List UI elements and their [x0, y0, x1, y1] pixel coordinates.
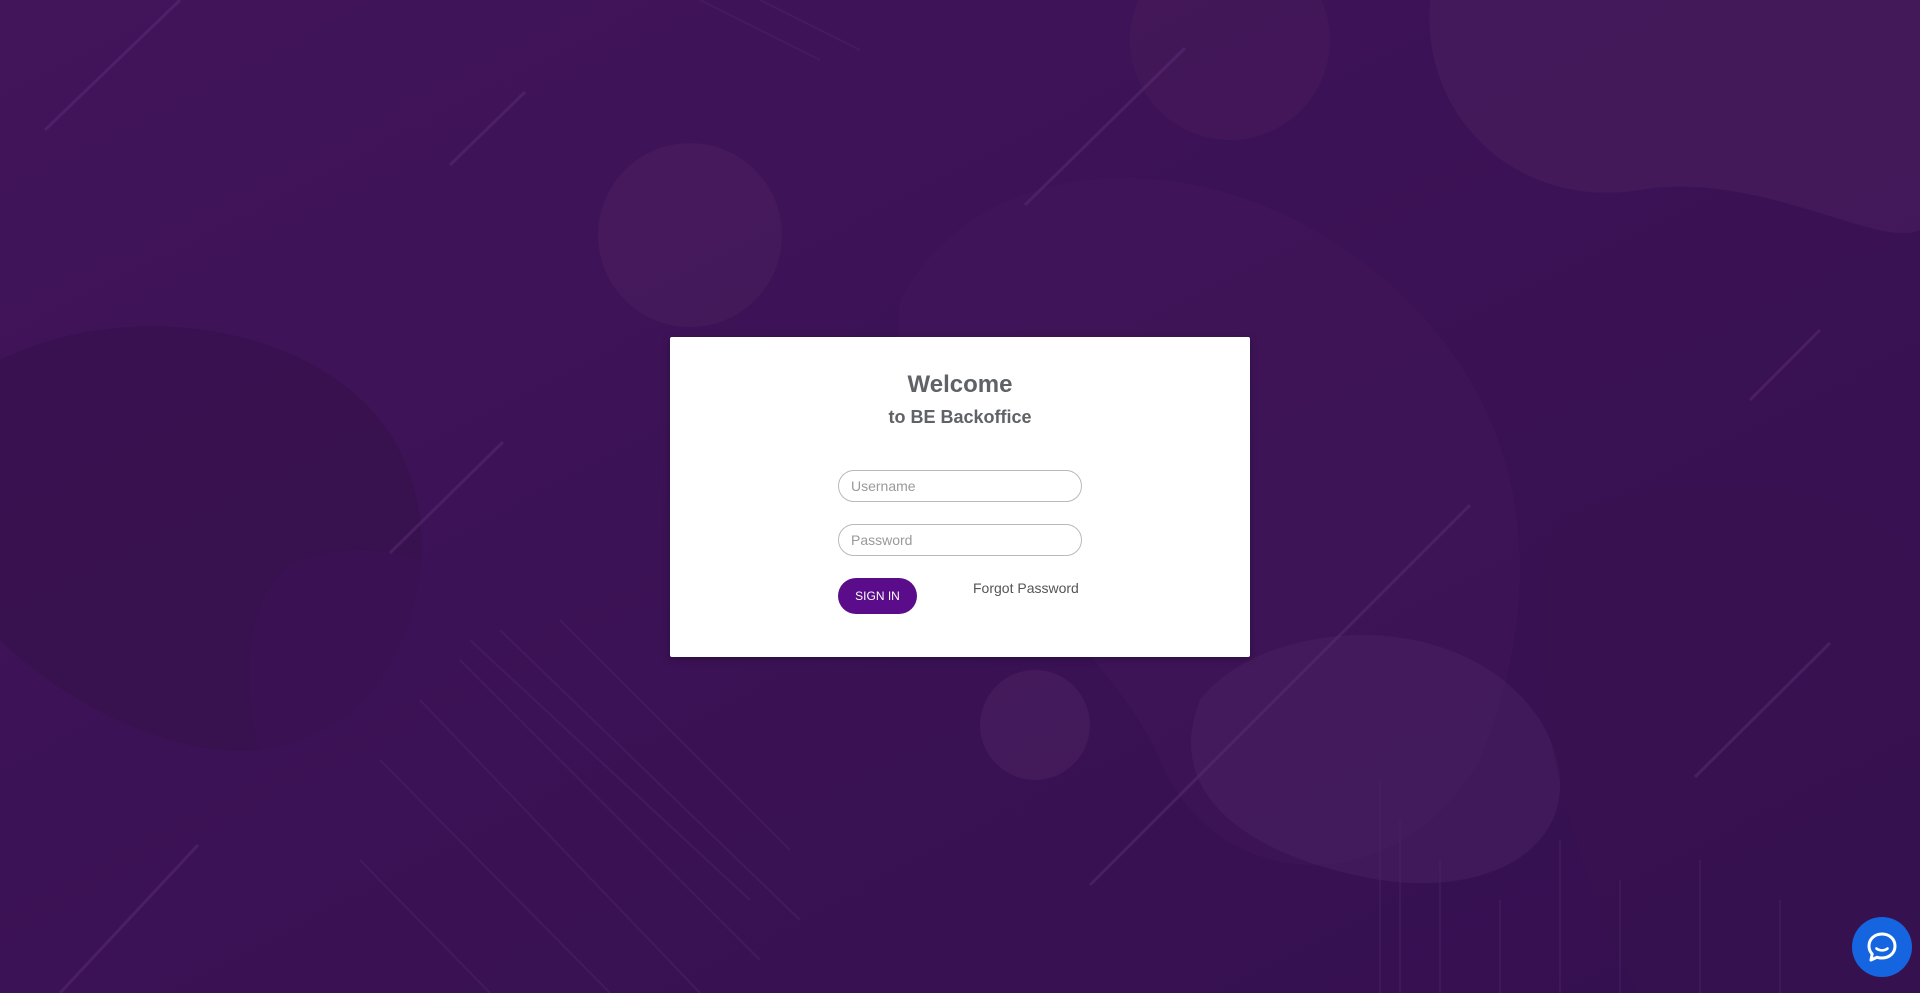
welcome-title: Welcome [907, 371, 1013, 398]
forgot-password-link[interactable]: Forgot Password [973, 580, 1079, 596]
welcome-subtitle: to BE Backoffice [888, 407, 1032, 427]
password-input[interactable] [838, 524, 1082, 556]
sign-in-button[interactable]: SIGN IN [838, 578, 917, 614]
login-card: Welcome to BE Backoffice SIGN IN Forgot … [670, 337, 1250, 657]
chat-launcher-button[interactable] [1852, 917, 1912, 977]
username-input[interactable] [838, 470, 1082, 502]
chat-bubble-icon [1867, 932, 1897, 962]
